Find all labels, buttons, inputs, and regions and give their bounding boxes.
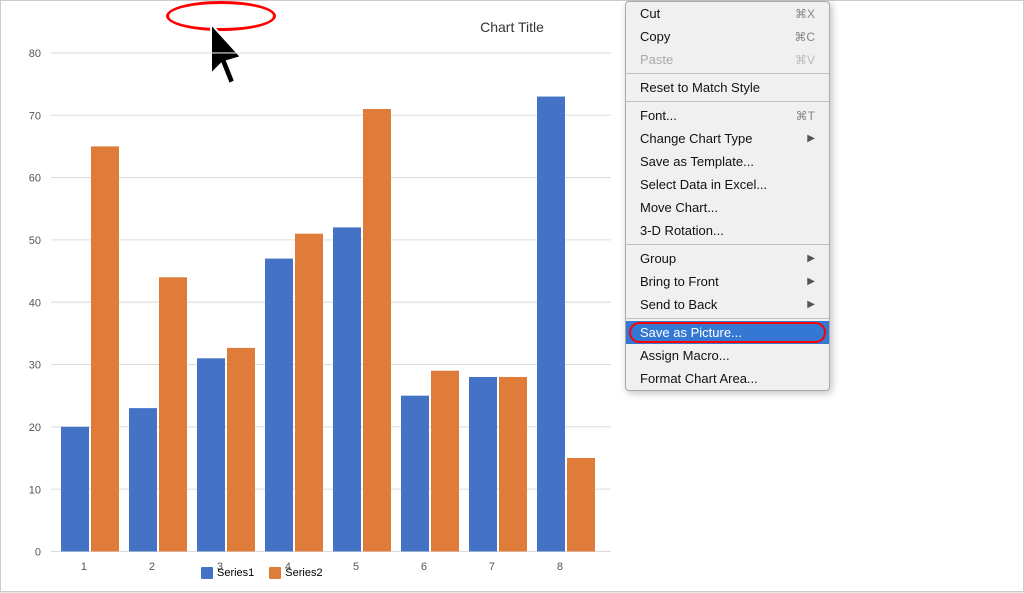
legend-series1-color <box>201 567 213 579</box>
menu-item-bring-to-front[interactable]: Bring to Front ▶ <box>626 270 829 293</box>
menu-item-format-chart-area[interactable]: Format Chart Area... <box>626 367 829 390</box>
separator-2 <box>626 101 829 102</box>
menu-item-send-to-back-label: Send to Back <box>640 297 717 312</box>
separator-4 <box>626 318 829 319</box>
svg-text:1: 1 <box>81 561 87 573</box>
svg-text:60: 60 <box>29 173 41 185</box>
svg-text:8: 8 <box>557 561 563 573</box>
menu-item-reset-label: Reset to Match Style <box>640 80 760 95</box>
menu-item-save-picture-label: Save as Picture... <box>640 325 742 340</box>
svg-text:30: 30 <box>29 359 41 371</box>
svg-text:0: 0 <box>35 546 41 558</box>
legend-series2-label: Series2 <box>285 567 322 579</box>
menu-item-bring-to-front-label: Bring to Front <box>640 274 719 289</box>
bar-chart: 0 10 20 30 40 50 60 70 80 1 2 3 4 5 6 <box>1 1 621 593</box>
separator-1 <box>626 73 829 74</box>
menu-item-cut-label: Cut <box>640 6 660 21</box>
menu-item-group-label: Group <box>640 251 676 266</box>
menu-item-copy-shortcut: ⌘C <box>794 30 815 44</box>
menu-item-move-chart-label: Move Chart... <box>640 200 718 215</box>
menu-item-font-shortcut: ⌘T <box>796 109 815 123</box>
menu-item-select-data-label: Select Data in Excel... <box>640 177 767 192</box>
menu-item-paste-label: Paste <box>640 52 673 67</box>
menu-item-reset[interactable]: Reset to Match Style <box>626 76 829 99</box>
menu-item-change-chart-type-arrow: ▶ <box>807 133 815 144</box>
chart-legend: Series1 Series2 <box>201 567 323 579</box>
legend-series2: Series2 <box>269 567 322 579</box>
menu-item-font[interactable]: Font... ⌘T <box>626 104 829 127</box>
separator-3 <box>626 244 829 245</box>
menu-item-move-chart[interactable]: Move Chart... <box>626 196 829 219</box>
menu-item-assign-macro[interactable]: Assign Macro... <box>626 344 829 367</box>
menu-item-change-chart-type-label: Change Chart Type <box>640 131 753 146</box>
menu-item-select-data[interactable]: Select Data in Excel... <box>626 173 829 196</box>
menu-item-send-to-back-arrow: ▶ <box>807 299 815 310</box>
svg-text:70: 70 <box>29 110 41 122</box>
menu-item-bring-to-front-arrow: ▶ <box>807 276 815 287</box>
svg-text:20: 20 <box>29 422 41 434</box>
menu-item-font-label: Font... <box>640 108 677 123</box>
svg-text:7: 7 <box>489 561 495 573</box>
menu-item-copy[interactable]: Copy ⌘C <box>626 25 829 48</box>
legend-series2-color <box>269 567 281 579</box>
legend-series1-label: Series1 <box>217 567 254 579</box>
menu-item-3d-rotation-label: 3-D Rotation... <box>640 223 724 238</box>
menu-item-group[interactable]: Group ▶ <box>626 247 829 270</box>
menu-item-group-arrow: ▶ <box>807 253 815 264</box>
svg-text:10: 10 <box>29 484 41 496</box>
svg-text:50: 50 <box>29 235 41 247</box>
menu-item-change-chart-type[interactable]: Change Chart Type ▶ <box>626 127 829 150</box>
menu-item-copy-label: Copy <box>640 29 670 44</box>
menu-item-3d-rotation[interactable]: 3-D Rotation... <box>626 219 829 242</box>
menu-item-paste-shortcut: ⌘V <box>795 53 815 67</box>
menu-item-send-to-back[interactable]: Send to Back ▶ <box>626 293 829 316</box>
context-menu: Cut ⌘X Copy ⌘C Paste ⌘V Reset to Match S… <box>625 1 830 391</box>
menu-item-assign-macro-label: Assign Macro... <box>640 348 730 363</box>
menu-item-format-chart-area-label: Format Chart Area... <box>640 371 758 386</box>
menu-item-save-picture[interactable]: Save as Picture... <box>626 321 829 344</box>
legend-series1: Series1 <box>201 567 254 579</box>
chart-container: Chart Title 0 10 20 30 40 50 60 70 80 1 <box>0 0 1024 592</box>
menu-item-save-template[interactable]: Save as Template... <box>626 150 829 173</box>
svg-text:5: 5 <box>353 561 359 573</box>
svg-text:80: 80 <box>29 48 41 60</box>
svg-text:2: 2 <box>149 561 155 573</box>
svg-text:6: 6 <box>421 561 427 573</box>
menu-item-cut[interactable]: Cut ⌘X <box>626 2 829 25</box>
menu-item-save-template-label: Save as Template... <box>640 154 754 169</box>
menu-item-cut-shortcut: ⌘X <box>795 7 815 21</box>
menu-item-paste[interactable]: Paste ⌘V <box>626 48 829 71</box>
svg-text:40: 40 <box>29 297 41 309</box>
